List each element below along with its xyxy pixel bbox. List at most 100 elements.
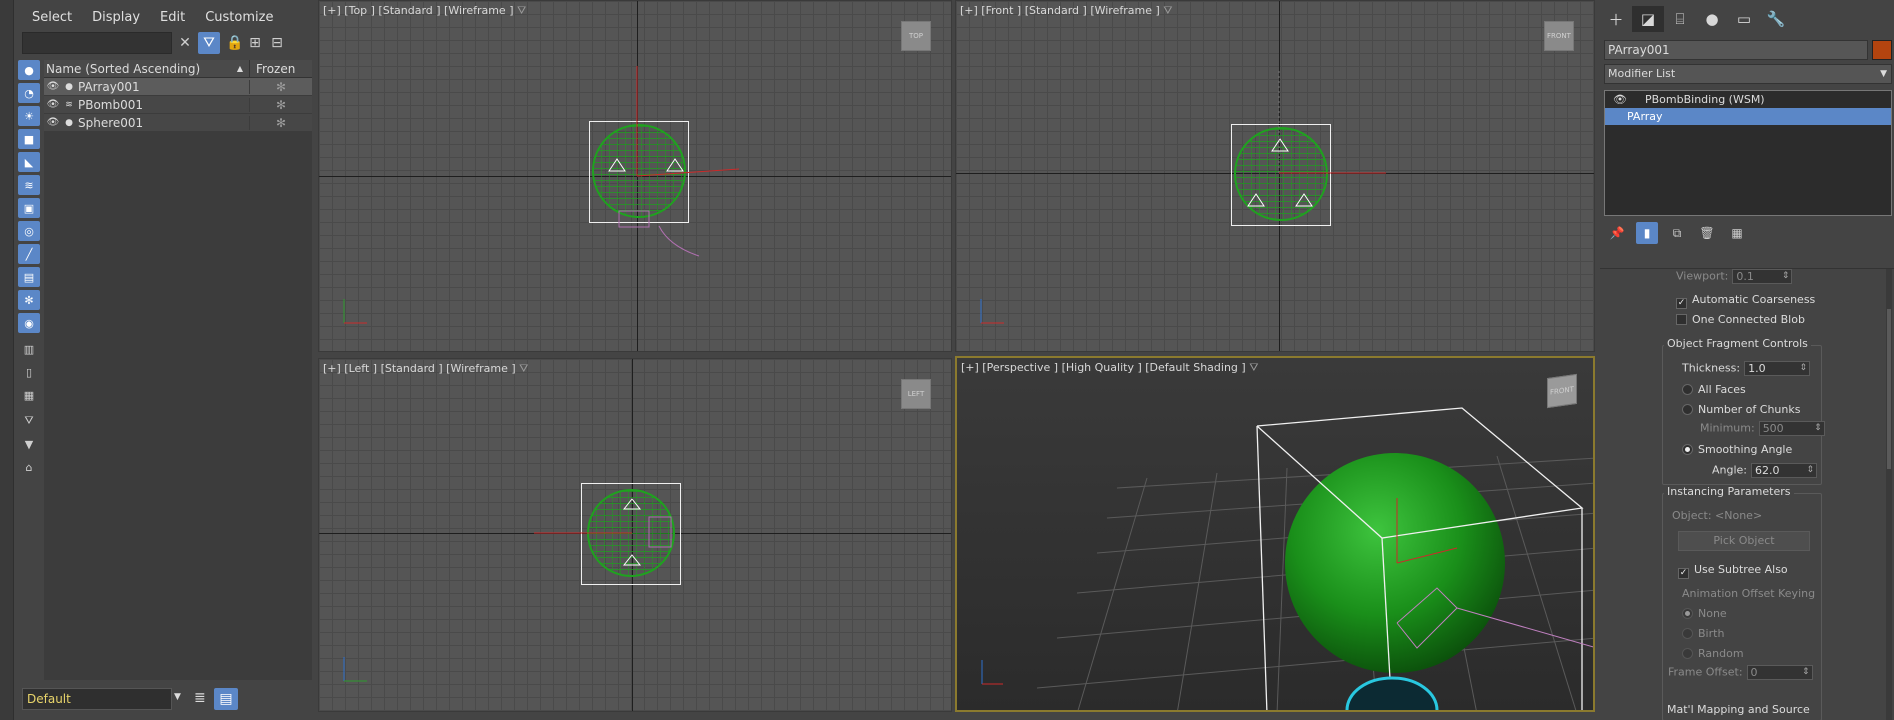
checkbox[interactable]	[1676, 314, 1687, 325]
radio[interactable]	[1682, 628, 1693, 639]
random-label: Random	[1698, 647, 1744, 660]
angle-spinner[interactable]: 62.0	[1751, 463, 1818, 478]
angle-row: Angle: 62.0	[1712, 463, 1818, 478]
list-item-name: PArray001	[78, 79, 140, 94]
minimum-spinner[interactable]: 500	[1758, 421, 1825, 436]
eye-icon[interactable]: 👁	[44, 99, 62, 110]
spacewarp-icon: ≋	[65, 99, 73, 110]
display-tab-icon[interactable]: ▭	[1728, 6, 1760, 32]
layer-dropdown[interactable]: Default	[22, 688, 172, 710]
none-radio[interactable]: None	[1682, 607, 1727, 620]
auto-coarseness-checkbox[interactable]: ✓ Automatic Coarseness	[1676, 293, 1815, 309]
pick-object-button[interactable]: Pick Object	[1678, 531, 1810, 551]
invert-icon[interactable]: ▦	[18, 385, 40, 405]
stack-item-label: PArray	[1627, 110, 1663, 123]
geometry-filter-icon[interactable]: ●	[18, 60, 40, 80]
thickness-label: Thickness:	[1682, 361, 1741, 375]
make-unique-icon[interactable]: ⧉	[1666, 222, 1688, 244]
list-item[interactable]: 👁 ● Sphere001 ✻	[44, 114, 312, 132]
remove-modifier-icon[interactable]: 🗑	[1696, 222, 1718, 244]
search-input[interactable]	[22, 32, 172, 54]
menu-customize[interactable]: Customize	[195, 8, 283, 27]
helpers-filter-icon[interactable]: ◣	[18, 152, 40, 172]
modifier-list-dropdown[interactable]: Modifier List ▼	[1604, 64, 1892, 84]
viewport-perspective[interactable]: [+] [Perspective ] [High Quality ] [Defa…	[955, 356, 1595, 712]
rollout-scrollbar[interactable]	[1886, 269, 1892, 720]
modify-tab-icon[interactable]: ◪	[1632, 6, 1664, 32]
object-color-swatch[interactable]	[1872, 40, 1892, 60]
clear-search-icon[interactable]: ✕	[174, 32, 196, 54]
viewport-left[interactable]: [+] [Left ] [Standard ] [Wireframe ] ⛛ L…	[318, 358, 952, 712]
viewport-spinner[interactable]: 0.1	[1732, 269, 1793, 284]
lock-icon[interactable]: 🔒	[224, 32, 246, 54]
menu-display[interactable]: Display	[82, 8, 150, 27]
eye-icon[interactable]: 👁	[44, 81, 62, 92]
hidden-filter-icon[interactable]: ◉	[18, 313, 40, 333]
left-edge-strip	[0, 0, 14, 720]
list-item[interactable]: 👁 ● PArray001 ✻	[44, 78, 312, 96]
list-item[interactable]: 👁 ≋ PBomb001 ✻	[44, 96, 312, 114]
scene-explorer: Select Display Edit Customize ✕ ⛛ 🔒 ⊞ ⊟ …	[0, 0, 316, 720]
lights-filter-icon[interactable]: ☀	[18, 106, 40, 126]
stack-item-parray[interactable]: PArray	[1605, 108, 1891, 125]
xrefs-filter-icon[interactable]: ◎	[18, 221, 40, 241]
spacewarps-filter-icon[interactable]: ≋	[18, 175, 40, 195]
frozen-filter-icon[interactable]: ✻	[18, 290, 40, 310]
menu-select[interactable]: Select	[22, 8, 82, 27]
pin-stack-icon[interactable]: 📌	[1606, 222, 1628, 244]
object-name-field[interactable]: PArray001	[1604, 40, 1868, 60]
cameras-filter-icon[interactable]: ■	[18, 129, 40, 149]
layer-dropdown-arrow-icon[interactable]: ▼	[174, 692, 181, 702]
radio[interactable]	[1682, 384, 1693, 395]
thickness-spinner[interactable]: 1.0	[1744, 361, 1811, 376]
motion-tab-icon[interactable]: ●	[1696, 6, 1728, 32]
containers-filter-icon[interactable]: ▤	[18, 267, 40, 287]
shapes-filter-icon[interactable]: ◔	[18, 83, 40, 103]
display-none-icon[interactable]: ▯	[18, 362, 40, 382]
hierarchy-tab-icon[interactable]: ⌸	[1664, 6, 1696, 32]
eye-icon[interactable]: 👁	[1613, 91, 1627, 108]
freeze-icon[interactable]: ✻	[249, 79, 312, 94]
checkbox[interactable]: ✓	[1676, 298, 1687, 309]
one-connected-blob-checkbox[interactable]: One Connected Blob	[1676, 313, 1805, 326]
groups-filter-icon[interactable]: ▣	[18, 198, 40, 218]
eye-icon[interactable]: 👁	[44, 117, 62, 128]
random-radio[interactable]: Random	[1682, 647, 1744, 660]
viewport-front[interactable]: [+] [Front ] [Standard ] [Wireframe ] ⛛ …	[955, 0, 1595, 352]
hierarchy-icon[interactable]: ⊞	[244, 32, 266, 54]
filter-toggle-icon[interactable]: ⛛	[198, 32, 220, 54]
birth-radio[interactable]: Birth	[1682, 627, 1724, 640]
freeze-icon[interactable]: ✻	[249, 97, 312, 112]
scene-explorer-mode-icon[interactable]: ▤	[214, 688, 238, 710]
name-column-header[interactable]: Name (Sorted Ascending) ▲	[44, 60, 249, 77]
checkbox[interactable]: ✓	[1678, 568, 1689, 579]
radio[interactable]	[1682, 444, 1693, 455]
use-subtree-checkbox[interactable]: ✓ Use Subtree Also	[1678, 563, 1788, 579]
display-all-icon[interactable]: ▥	[18, 339, 40, 359]
radio[interactable]	[1682, 404, 1693, 415]
frame-offset-spinner[interactable]: 0	[1746, 665, 1813, 680]
smoothing-angle-radio[interactable]: Smoothing Angle	[1682, 443, 1792, 456]
menu-edit[interactable]: Edit	[150, 8, 195, 27]
all-faces-radio[interactable]: All Faces	[1682, 383, 1746, 396]
layer-icon[interactable]: ⌂	[18, 457, 40, 477]
freeze-icon[interactable]: ✻	[249, 115, 312, 130]
bones-filter-icon[interactable]: ╱	[18, 244, 40, 264]
frozen-column-header[interactable]: Frozen	[249, 60, 312, 77]
hierarchy-expand-icon[interactable]: ⊟	[266, 32, 288, 54]
viewcube[interactable]: FRONT	[1547, 373, 1577, 409]
filter-funnel-icon[interactable]: ▼	[18, 434, 40, 454]
layers-icon[interactable]: ≣	[194, 690, 206, 706]
stack-item-pbombbinding[interactable]: 👁 PBombBinding (WSM)	[1605, 91, 1891, 108]
one-connected-blob-label: One Connected Blob	[1692, 313, 1805, 326]
number-of-chunks-radio[interactable]: Number of Chunks	[1682, 403, 1800, 416]
radio[interactable]	[1682, 608, 1693, 619]
radio[interactable]	[1682, 648, 1693, 659]
scrollbar-thumb[interactable]	[1887, 309, 1891, 469]
utilities-tab-icon[interactable]: 🔧	[1760, 6, 1792, 32]
filter-icon[interactable]: ⛛	[18, 411, 40, 431]
configure-sets-icon[interactable]: ▦	[1726, 222, 1748, 244]
show-end-result-icon[interactable]: ▮	[1636, 222, 1658, 244]
viewport-top[interactable]: [+] [Top ] [Standard ] [Wireframe ] ⛛ TO…	[318, 0, 952, 352]
create-tab-icon[interactable]: ＋	[1600, 6, 1632, 32]
